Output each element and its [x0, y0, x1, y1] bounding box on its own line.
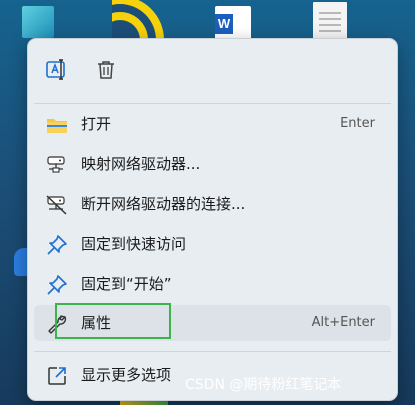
- menu-item-label: 显示更多选项: [81, 366, 172, 384]
- open-external-icon: [46, 365, 68, 387]
- menu-item-label: 固定到快速访问: [81, 235, 187, 253]
- word-letter: W: [215, 14, 233, 34]
- desktop-wifi-app-icon[interactable]: [112, 0, 166, 40]
- rename-icon[interactable]: [43, 56, 71, 84]
- menu-item-map-network-drive[interactable]: 映射网络驱动器...: [34, 146, 391, 182]
- folder-icon: [46, 114, 68, 136]
- menu-item-shortcut: Enter: [340, 116, 375, 131]
- menu-item-shortcut: Alt+Enter: [311, 315, 375, 330]
- menu-item-label: 固定到“开始”: [81, 275, 172, 293]
- desktop-text-file-icon[interactable]: [313, 2, 347, 40]
- highlight-box: [55, 303, 171, 339]
- menu-item-label: 打开: [81, 115, 112, 133]
- pin-icon: [46, 274, 68, 296]
- watermark-text: CSDN @期待粉红笔记本: [185, 377, 342, 393]
- menu-separator: [34, 351, 391, 352]
- desktop-app-icon[interactable]: [22, 6, 54, 38]
- menu-item-label: 映射网络驱动器...: [81, 155, 201, 173]
- menu-item-disconnect-network-drive[interactable]: 断开网络驱动器的连接...: [34, 186, 391, 222]
- desktop-word-file-icon[interactable]: W: [215, 6, 251, 40]
- pin-icon: [46, 234, 68, 256]
- map-network-drive-icon: [46, 154, 68, 176]
- trash-icon[interactable]: [92, 56, 120, 84]
- context-menu: 打开 Enter 映射网络驱动器... 断开网络驱动器的连接... 固定到快速访…: [27, 38, 398, 401]
- quick-action-bar: [28, 39, 397, 101]
- menu-item-label: 断开网络驱动器的连接...: [81, 195, 246, 213]
- disconnect-network-drive-icon: [46, 194, 68, 216]
- menu-item-open[interactable]: 打开 Enter: [34, 106, 391, 142]
- menu-separator: [34, 103, 391, 104]
- menu-item-pin-start[interactable]: 固定到“开始”: [34, 266, 391, 302]
- menu-item-pin-quick-access[interactable]: 固定到快速访问: [34, 226, 391, 262]
